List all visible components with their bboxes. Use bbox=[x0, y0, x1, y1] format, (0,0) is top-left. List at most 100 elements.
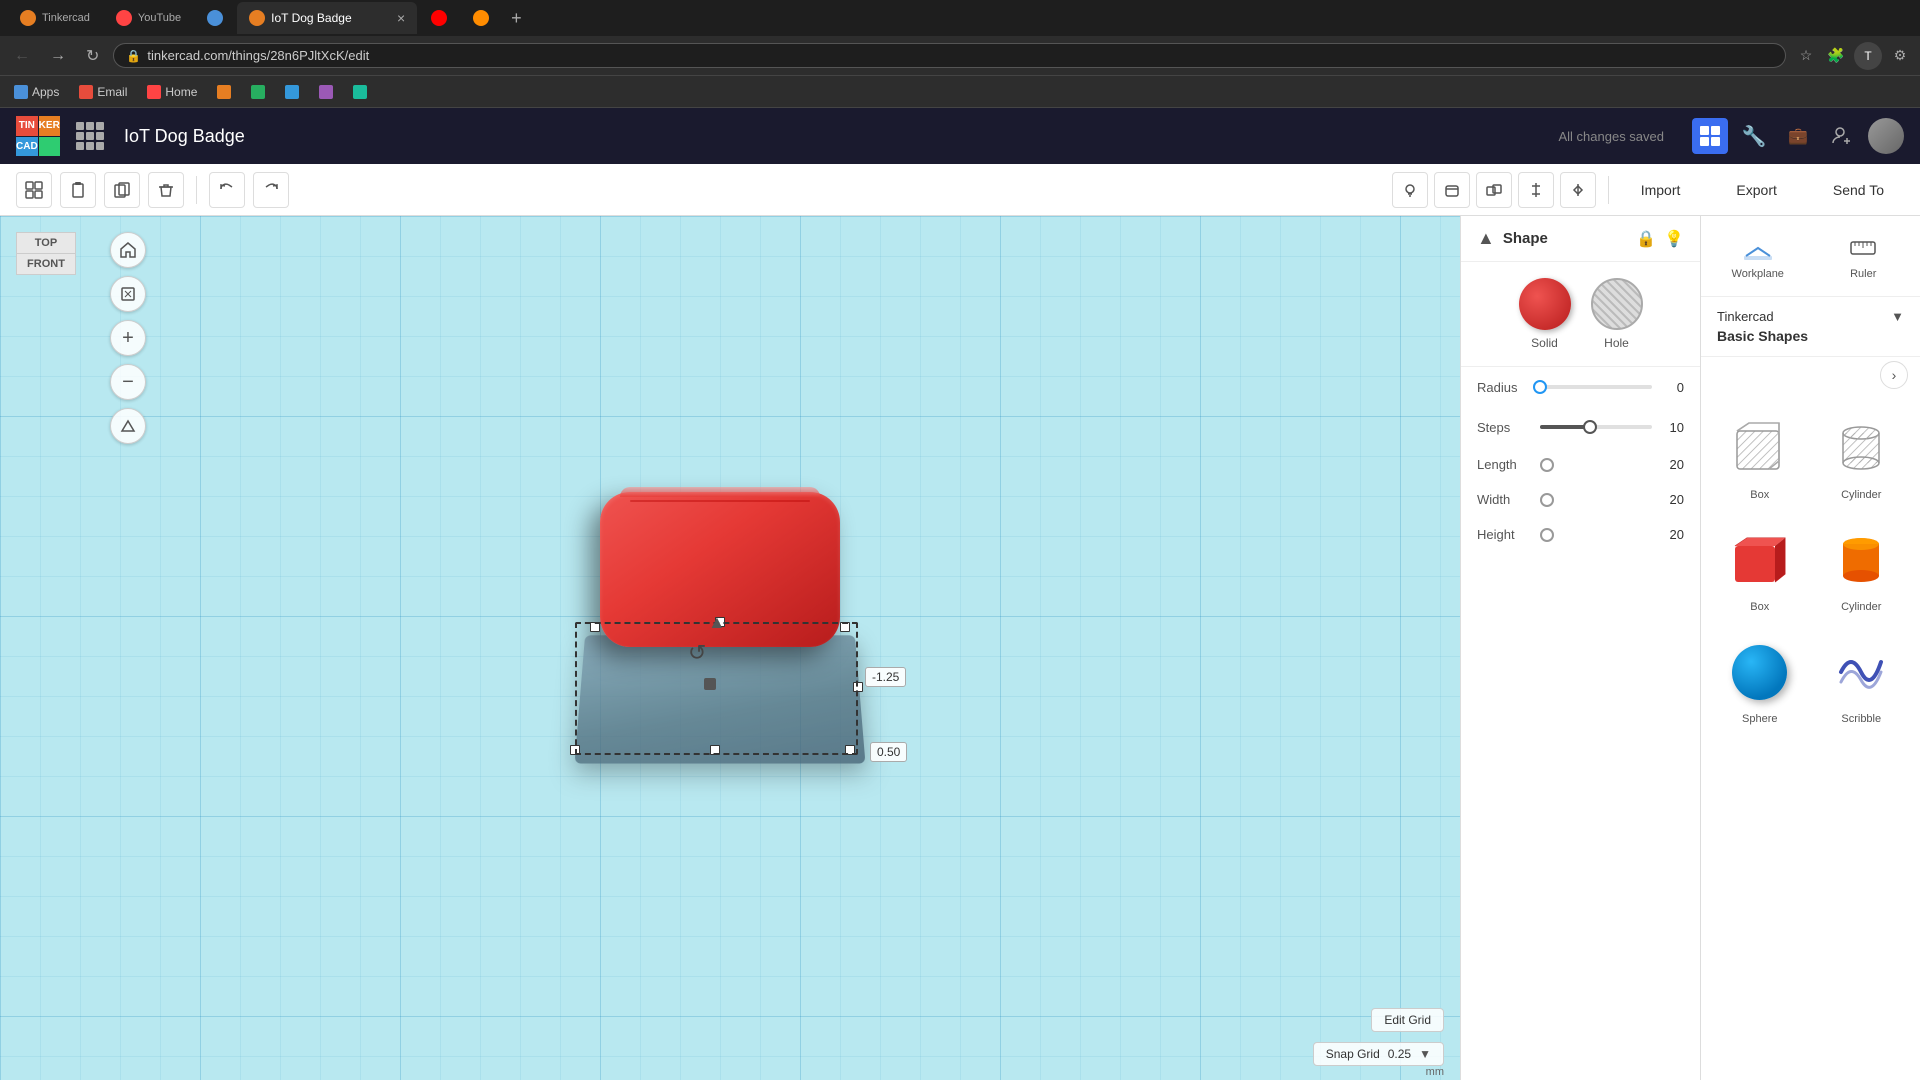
view-cube-front[interactable]: FRONT bbox=[16, 253, 76, 275]
tab-close-button[interactable]: × bbox=[397, 10, 405, 26]
export-button[interactable]: Export bbox=[1716, 174, 1796, 206]
home-view-button[interactable] bbox=[110, 232, 146, 268]
project-name[interactable]: IoT Dog Badge bbox=[124, 126, 245, 147]
user-avatar[interactable] bbox=[1868, 118, 1904, 154]
hole-option[interactable]: Hole bbox=[1591, 278, 1643, 350]
shape-item-scribble[interactable]: Scribble bbox=[1815, 629, 1909, 733]
lock-icon[interactable]: 🔒 bbox=[1636, 229, 1656, 249]
tab-favicon bbox=[207, 10, 223, 26]
bookmark-extra-1[interactable] bbox=[211, 83, 237, 101]
fit-all-button[interactable] bbox=[110, 276, 146, 312]
tab-item[interactable] bbox=[461, 2, 501, 34]
selection-handle-bl[interactable] bbox=[570, 745, 580, 755]
tab-item[interactable]: YouTube bbox=[104, 2, 193, 34]
app-header: TIN KER CAD IoT Dog Badge All changes sa… bbox=[0, 108, 1920, 164]
tab-active-label: IoT Dog Badge bbox=[271, 11, 352, 25]
copy-button[interactable] bbox=[104, 172, 140, 208]
zoom-out-button[interactable]: − bbox=[110, 364, 146, 400]
snap-dropdown-icon[interactable]: ▼ bbox=[1419, 1047, 1431, 1061]
perspective-button[interactable] bbox=[110, 408, 146, 444]
tab-item[interactable] bbox=[195, 2, 235, 34]
back-button[interactable]: ← bbox=[8, 43, 36, 69]
light-icon[interactable]: 💡 bbox=[1664, 229, 1684, 249]
tab-item[interactable] bbox=[419, 2, 459, 34]
bookmark-email[interactable]: Email bbox=[73, 83, 133, 101]
mirror-icon[interactable] bbox=[1560, 172, 1596, 208]
shape-item-cylinder-gray[interactable]: Cylinder bbox=[1815, 405, 1909, 509]
steps-slider-container[interactable] bbox=[1540, 417, 1652, 437]
dropdown-arrow-icon[interactable]: ▼ bbox=[1891, 309, 1904, 324]
zoom-in-button[interactable]: + bbox=[110, 320, 146, 356]
object-icon[interactable] bbox=[1434, 172, 1470, 208]
up-arrow-handle[interactable]: ▲ bbox=[708, 612, 726, 633]
view-cube[interactable]: TOP FRONT bbox=[16, 232, 96, 322]
profile-icon[interactable]: T bbox=[1854, 42, 1882, 70]
bm-icon-5 bbox=[353, 85, 367, 99]
bookmark-extra-3[interactable] bbox=[279, 83, 305, 101]
selection-handle-tr[interactable] bbox=[840, 622, 850, 632]
radius-slider-container[interactable] bbox=[1540, 377, 1652, 397]
tab-active[interactable]: IoT Dog Badge × bbox=[237, 2, 417, 34]
shape-item-box-red[interactable]: Box bbox=[1713, 517, 1807, 621]
extensions-puzzle-icon[interactable]: 🧩 bbox=[1824, 44, 1848, 68]
address-bar[interactable]: 🔒 tinkercad.com/things/28n6PJltXcK/edit bbox=[113, 43, 1786, 68]
sphere-visual bbox=[1732, 645, 1787, 700]
viewport[interactable]: TOP FRONT + − bbox=[0, 216, 1460, 1080]
view-cube-top[interactable]: TOP bbox=[16, 232, 76, 253]
refresh-button[interactable]: ↻ bbox=[80, 42, 105, 70]
length-input-circle[interactable] bbox=[1540, 458, 1554, 472]
import-button[interactable]: Import bbox=[1621, 174, 1701, 206]
grid-cell bbox=[96, 142, 104, 150]
panel-header: ▲ Shape 🔒 💡 bbox=[1461, 216, 1700, 262]
shape-label-scribble: Scribble bbox=[1841, 713, 1881, 725]
briefcase-icon[interactable]: 💼 bbox=[1780, 118, 1816, 154]
align-icon[interactable] bbox=[1518, 172, 1554, 208]
apps-bookmark-icon bbox=[14, 85, 28, 99]
bookmark-apps[interactable]: Apps bbox=[8, 83, 65, 101]
panel-collapse-icon[interactable]: ▲ bbox=[1477, 228, 1495, 249]
paste-button[interactable] bbox=[60, 172, 96, 208]
shape-item-cylinder-orange[interactable]: Cylinder bbox=[1815, 517, 1909, 621]
sendto-button[interactable]: Send To bbox=[1813, 174, 1904, 206]
height-input-circle[interactable] bbox=[1540, 528, 1554, 542]
new-tab-button[interactable]: + bbox=[503, 2, 530, 34]
mm-label: mm bbox=[1426, 1066, 1444, 1078]
new-shape-button[interactable] bbox=[16, 172, 52, 208]
rotate-handle[interactable]: ↺ bbox=[688, 640, 706, 666]
selection-handle-br[interactable] bbox=[845, 745, 855, 755]
shape-item-sphere-blue[interactable]: Sphere bbox=[1713, 629, 1807, 733]
edit-grid-button[interactable]: Edit Grid bbox=[1371, 1008, 1444, 1032]
shape-preview-scribble bbox=[1826, 637, 1896, 707]
tools-icon[interactable]: 🔧 bbox=[1736, 118, 1772, 154]
bookmark-home[interactable]: Home bbox=[141, 83, 203, 101]
light-bulb-icon[interactable] bbox=[1392, 172, 1428, 208]
forward-button[interactable]: → bbox=[44, 43, 72, 69]
tab-item[interactable]: Tinkercad bbox=[8, 2, 102, 34]
workplane-tool[interactable]: Workplane bbox=[1709, 224, 1807, 288]
redo-button[interactable] bbox=[253, 172, 289, 208]
tab-favicon bbox=[473, 10, 489, 26]
bookmark-extra-2[interactable] bbox=[245, 83, 271, 101]
shape-properties-panel: ▲ Shape 🔒 💡 Solid Hole Radius bbox=[1460, 216, 1700, 1080]
steps-value: 10 bbox=[1660, 420, 1684, 435]
center-handle[interactable] bbox=[704, 678, 716, 690]
ruler-tool[interactable]: Ruler bbox=[1815, 224, 1913, 288]
settings-gear-icon[interactable]: ⚙ bbox=[1888, 44, 1912, 68]
bookmark-extra-5[interactable] bbox=[347, 83, 373, 101]
bookmark-star-icon[interactable]: ☆ bbox=[1794, 44, 1818, 68]
scroll-right-button[interactable]: › bbox=[1880, 361, 1908, 389]
add-person-icon[interactable] bbox=[1824, 118, 1860, 154]
selection-handle-bc[interactable] bbox=[710, 745, 720, 755]
solid-option[interactable]: Solid bbox=[1519, 278, 1571, 350]
shape-item-box-gray[interactable]: Box bbox=[1713, 405, 1807, 509]
tinkercad-logo[interactable]: TIN KER CAD bbox=[16, 116, 56, 156]
view-grid-icon[interactable] bbox=[1692, 118, 1728, 154]
selection-handle-rc[interactable] bbox=[853, 682, 863, 692]
width-input-circle[interactable] bbox=[1540, 493, 1554, 507]
delete-button[interactable] bbox=[148, 172, 184, 208]
grid-menu-icon[interactable] bbox=[76, 122, 104, 150]
undo-button[interactable] bbox=[209, 172, 245, 208]
selection-handle-tl[interactable] bbox=[590, 622, 600, 632]
group-icon[interactable] bbox=[1476, 172, 1512, 208]
bookmark-extra-4[interactable] bbox=[313, 83, 339, 101]
